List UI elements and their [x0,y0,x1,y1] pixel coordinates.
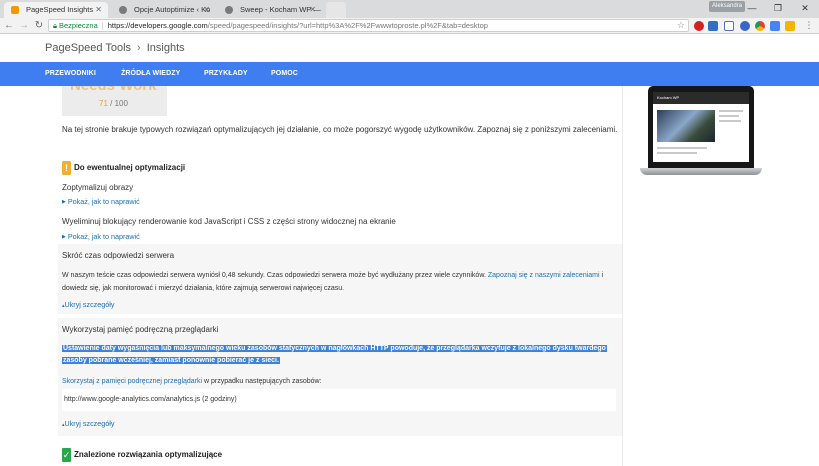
tab-label: Opcje Autoptimize ‹ Ko [134,5,211,14]
address-separator: | [101,21,104,30]
warning-icon: ! [62,161,71,175]
show-fix-label: Pokaż, jak to naprawić [67,197,140,206]
music-icon[interactable] [724,21,734,31]
description-text: W naszym teście czas odpowiedzi serwera … [62,272,488,279]
preview-text-line [657,152,697,154]
section-found: ✓ Znalezione rozwiązania optymalizujące [62,448,222,462]
recommendations-link[interactable]: Zapoznaj się z naszymi zaleceniami [488,272,600,279]
checkmark-icon: ✓ [62,448,71,462]
rule-title: Wyeliminuj blokujący renderowanie kod Ja… [62,217,396,226]
selected-text: zasoby pobrane wcześniej, zamiast ponown… [62,357,280,364]
section-optional: ! Do ewentualnej optymalizacji [62,161,185,175]
tab-label: PageSpeed Insights [26,5,94,14]
chevron-right-icon: › [137,42,141,54]
rule-description: W naszym teście czas odpowiedzi serwera … [62,269,612,295]
forward-arrow-icon[interactable]: → [18,19,30,32]
show-fix-link[interactable]: ▶ Pokaż, jak to naprawić [62,232,140,241]
site-preview: Kocham WP [653,92,749,162]
wordpress-favicon-icon [225,6,233,14]
secure-label: Bezpieczna [59,21,98,30]
rule-title: Skróć czas odpowiedzi serwera [62,251,175,260]
rule-description: Ustawienie daty wygaśnięcia lub maksymal… [62,343,612,367]
shield-icon[interactable] [770,21,780,31]
nav-guides[interactable]: PRZEWODNIKI [45,62,96,86]
puzzle-icon[interactable] [785,21,795,31]
wordpress-favicon-icon [119,6,127,14]
section-title: Do ewentualnej optymalizacji [74,163,186,172]
address-bar[interactable]: 🔒︎ Bezpieczna | https://developers.google.c… [48,19,689,32]
preview-hero-image [657,110,715,142]
selected-text: Ustawienie daty wygaśnięcia lub maksymal… [62,345,607,352]
nav-examples[interactable]: PRZYKŁADY [204,62,248,86]
back-arrow-icon[interactable]: ← [3,19,15,32]
browser-toolbar: ← → ↻ 🔒︎ Bezpieczna | https://developers.go… [0,18,819,34]
reload-icon[interactable]: ↻ [33,19,45,32]
page-title: Insights [146,42,185,54]
page-header: PageSpeed Tools › Insights [0,35,819,62]
divider [622,86,623,466]
score-max: / 100 [110,99,128,108]
intro-text: Na tej stronie brakuje typowych rozwiąza… [62,125,618,134]
preview-text-line [719,110,743,112]
close-icon[interactable]: ✕ [203,2,210,18]
url-path: /speed/pagespeed/insights/?url=http%3A%2… [207,21,488,30]
show-fix-link[interactable]: ▶ Pokaż, jak to naprawić [62,197,140,206]
cache-link[interactable]: Skorzystaj z pamięci podręcznej przegląd… [62,378,202,385]
rule-title: Zoptymalizuj obrazy [62,183,134,192]
laptop-base [640,168,762,175]
nav-resources[interactable]: ŹRÓDŁA WIEDZY [121,62,180,86]
resource-intro-text: w przypadku następujących zasobów: [202,378,322,385]
hide-details-label: Ukryj szczegóły [64,300,115,309]
chrome-icon[interactable] [755,21,765,31]
score-title: Needs Work [70,86,156,94]
triangle-right-icon: ▶ [62,199,66,205]
mail-icon[interactable] [708,21,718,31]
new-tab-button[interactable] [326,2,346,18]
maximize-button[interactable]: ❐ [766,1,790,15]
bookmark-star-icon[interactable]: ☆ [677,20,685,31]
score-card: Needs Work 71 / 100 [62,86,167,116]
resource-url: http://www.google-analytics.com/analytic… [62,389,616,411]
triangle-right-icon: ▶ [62,234,66,240]
score-number: 71 [99,99,108,108]
brand-link[interactable]: PageSpeed Tools [45,42,131,54]
close-icon[interactable]: ✕ [95,2,102,18]
close-window-button[interactable]: ✕ [793,1,817,15]
tab-pagespeed[interactable]: PageSpeed Insights ✕ [4,2,108,18]
nav-help[interactable]: POMOC [271,62,298,86]
tab-strip: PageSpeed Insights ✕ Opcje Autoptimize ‹… [0,0,819,18]
tab-autoptimize[interactable]: Opcje Autoptimize ‹ Ko ✕ [112,2,216,18]
menu-icon[interactable]: ⋮ [803,19,815,32]
opera-icon[interactable] [694,21,704,31]
resource-intro: Skorzystaj z pamięci podręcznej przegląd… [62,375,612,388]
breadcrumb: PageSpeed Tools › Insights [45,42,185,54]
hide-details-link[interactable]: ▴Ukryj szczegóły [62,300,114,309]
pagespeed-favicon-icon [11,6,19,14]
preview-text-line [719,115,739,117]
desktop-preview-image: Kocham WP [640,86,762,181]
preview-text-line [719,120,741,122]
minimize-button[interactable]: — [740,1,764,15]
close-icon[interactable]: ✕ [309,2,316,18]
server-response-panel: Skróć czas odpowiedzi serwera W naszym t… [58,244,622,314]
preview-site-title: Kocham WP [653,92,749,104]
rule-title: Wykorzystaj pamięć podręczną przeglądark… [62,325,219,334]
section-title: Znalezione rozwiązania optymalizujące [74,450,223,459]
lock-icon: 🔒︎ [53,21,57,30]
preview-text-line [657,147,707,149]
hide-details-link[interactable]: ▴Ukryj szczegóły [62,419,114,428]
tab-sweep[interactable]: Sweep - Kocham WP — ✕ [218,2,322,18]
url-host: https://developers.google.com [107,21,208,30]
circle-icon[interactable] [740,21,750,31]
report-content: Needs Work 71 / 100 Na tej stronie braku… [0,86,819,466]
show-fix-label: Pokaż, jak to naprawić [67,232,140,241]
main-nav: PRZEWODNIKI ŹRÓDŁA WIEDZY PRZYKŁADY POMO… [0,62,819,86]
browser-cache-panel: Wykorzystaj pamięć podręczną przeglądark… [58,318,622,436]
laptop-screen-frame: Kocham WP [648,86,754,168]
score-value: 71 / 100 [99,99,128,108]
hide-details-label: Ukryj szczegóły [64,419,115,428]
